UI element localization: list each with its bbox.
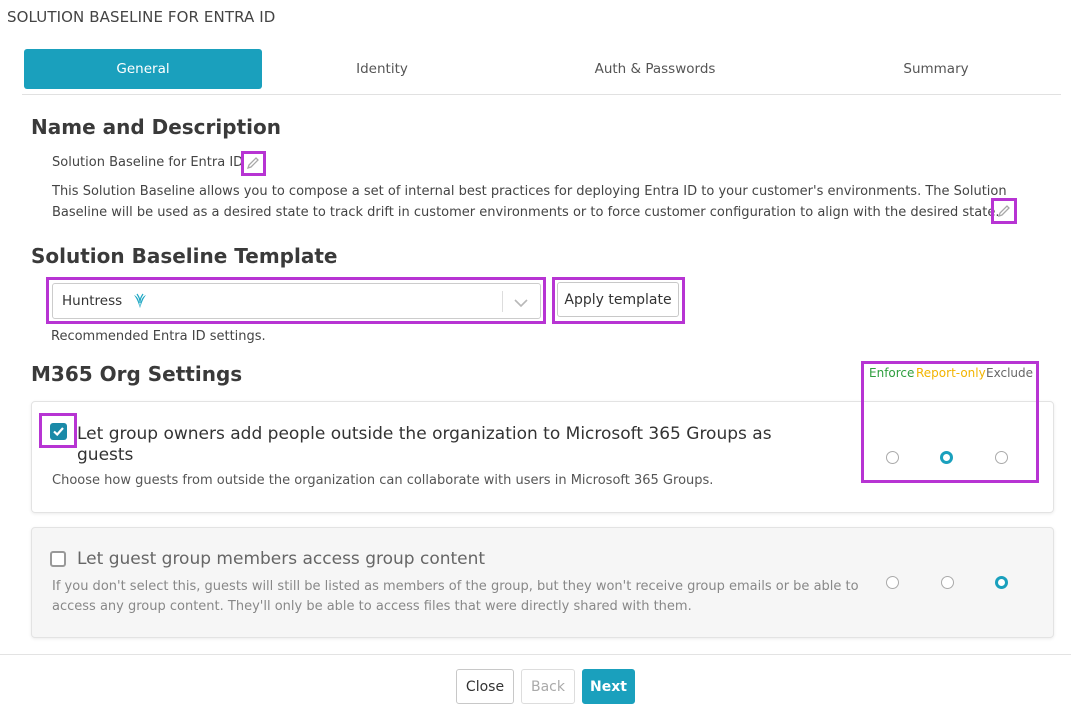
next-button[interactable]: Next [582, 669, 635, 704]
template-select[interactable]: Huntress [52, 283, 541, 319]
setting-title-line-2: guests [77, 445, 134, 465]
chevron-down-icon[interactable] [513, 295, 529, 309]
setting-description: If you don't select this, guests will st… [52, 577, 859, 617]
huntress-logo-icon [130, 291, 150, 311]
setting-description-line-1: If you don't select this, guests will st… [52, 579, 859, 594]
wizard-tabs: General Identity Auth & Passwords Summar… [22, 49, 1061, 95]
close-button[interactable]: Close [456, 669, 514, 704]
baseline-name: Solution Baseline for Entra ID [52, 155, 244, 170]
section-heading-org-settings: M365 Org Settings [31, 362, 243, 386]
template-note: Recommended Entra ID settings. [51, 329, 266, 344]
tab-summary[interactable]: Summary [876, 49, 996, 89]
radio-exclude-selected[interactable] [995, 576, 1008, 589]
setting-title: Let group owners add people outside the … [77, 424, 772, 466]
baseline-description: This Solution Baseline allows you to com… [52, 181, 1007, 223]
select-separator [502, 291, 503, 312]
tab-auth-passwords[interactable]: Auth & Passwords [565, 49, 745, 89]
setting-title-line-1: Let group owners add people outside the … [77, 424, 772, 444]
edit-description-pencil-icon[interactable] [997, 204, 1011, 218]
radio-report-only[interactable] [941, 576, 954, 589]
section-heading-name: Name and Description [31, 115, 281, 139]
description-line-1: This Solution Baseline allows you to com… [52, 184, 1007, 199]
section-heading-template: Solution Baseline Template [31, 244, 338, 268]
edit-name-pencil-icon[interactable] [246, 156, 260, 170]
setting-description: Choose how guests from outside the organ… [52, 473, 714, 488]
setting-description-line-2: access any group content. They'll only b… [52, 599, 692, 614]
page-title: SOLUTION BASELINE FOR ENTRA ID [7, 8, 276, 26]
back-button[interactable]: Back [521, 669, 575, 704]
setting-title: Let guest group members access group con… [77, 549, 486, 569]
apply-template-button[interactable]: Apply template [557, 282, 679, 317]
setting-card-guest-group-content: Let guest group members access group con… [31, 527, 1054, 638]
template-select-value: Huntress [62, 293, 123, 309]
tab-general[interactable]: General [24, 49, 262, 89]
description-line-2: Baseline will be used as a desired state… [52, 205, 1000, 220]
footer-divider [0, 654, 1071, 655]
radio-enforce[interactable] [886, 576, 899, 589]
mode-options-highlight [861, 361, 1039, 483]
checkbox-highlight [39, 413, 77, 448]
tab-identity[interactable]: Identity [302, 49, 462, 89]
setting-checkbox-unchecked[interactable] [50, 551, 66, 567]
